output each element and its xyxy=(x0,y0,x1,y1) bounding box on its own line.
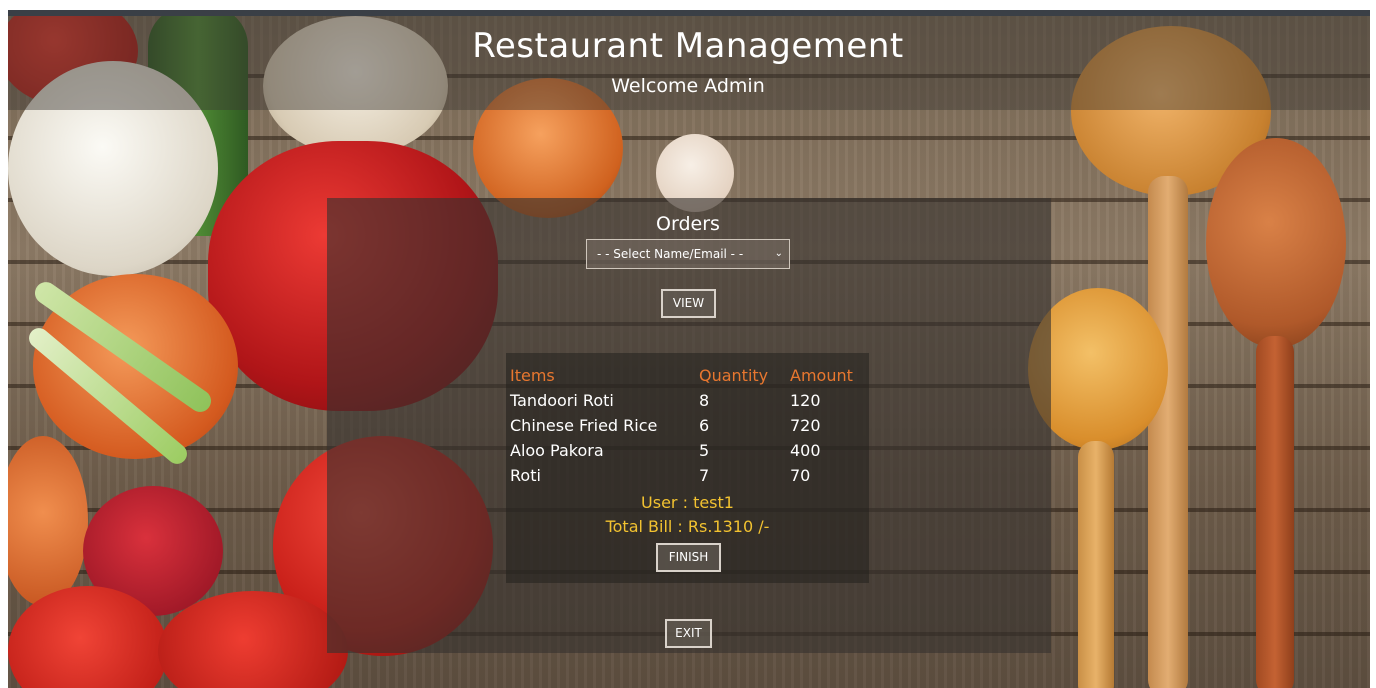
column-header-amount: Amount xyxy=(790,366,853,385)
exit-button[interactable]: EXIT xyxy=(665,619,712,648)
view-button[interactable]: VIEW xyxy=(661,289,716,318)
item-quantity: 6 xyxy=(699,416,710,435)
item-quantity: 8 xyxy=(699,391,710,410)
finish-button[interactable]: FINISH xyxy=(656,543,721,572)
item-name: Roti xyxy=(510,466,541,485)
order-user: User : test1 xyxy=(641,493,734,512)
welcome-text: Welcome Admin xyxy=(611,75,765,97)
item-quantity: 5 xyxy=(699,441,710,460)
item-amount: 720 xyxy=(790,416,821,435)
customer-select-value: - - Select Name/Email - - xyxy=(597,247,744,261)
item-amount: 70 xyxy=(790,466,811,485)
item-name: Chinese Fried Rice xyxy=(510,416,658,435)
column-header-items: Items xyxy=(510,366,555,385)
app-title: Restaurant Management xyxy=(472,26,904,66)
item-amount: 120 xyxy=(790,391,821,410)
item-name: Aloo Pakora xyxy=(510,441,604,460)
chevron-down-icon: ⌄ xyxy=(774,248,783,259)
column-header-quantity: Quantity xyxy=(699,366,769,385)
total-bill: Total Bill : Rs.1310 /- xyxy=(605,517,770,536)
item-name: Tandoori Roti xyxy=(510,391,614,410)
item-quantity: 7 xyxy=(699,466,710,485)
item-amount: 400 xyxy=(790,441,821,460)
orders-heading: Orders xyxy=(656,213,720,235)
customer-select[interactable]: - - Select Name/Email - - ⌄ xyxy=(586,239,790,269)
